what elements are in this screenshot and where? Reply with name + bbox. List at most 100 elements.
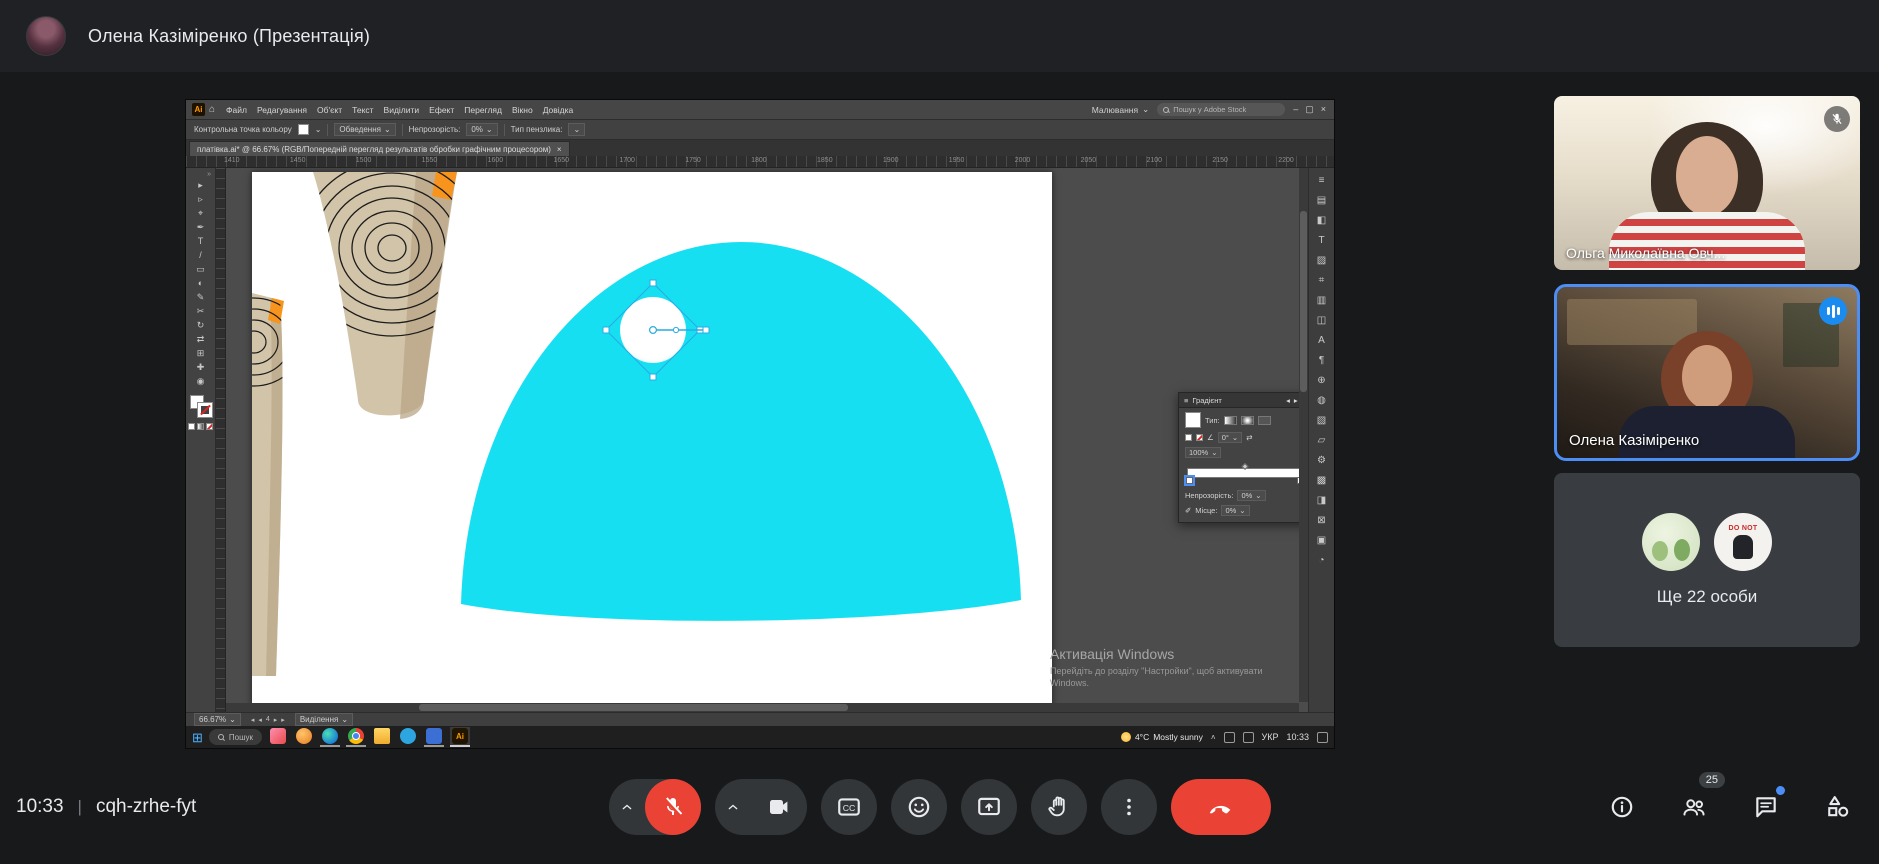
taskbar-app-explorer[interactable] (372, 727, 392, 747)
brush-type-dropdown[interactable]: ⌄ (568, 123, 585, 136)
gradient-stop-left[interactable] (1186, 477, 1193, 484)
gradient-slider[interactable] (1187, 468, 1303, 478)
taskbar-weather[interactable]: 4°C Mostly sunny (1121, 732, 1203, 742)
dock-panel-icon[interactable]: ≡ (1309, 170, 1334, 190)
dock-panel-icon[interactable]: A (1309, 330, 1334, 350)
reactions-button[interactable] (891, 779, 947, 835)
camera-toggle-button[interactable] (751, 779, 807, 835)
dock-panel-icon[interactable]: ◫ (1309, 310, 1334, 330)
reverse-gradient-icon[interactable]: ⇄ (1246, 433, 1252, 442)
gradient-mode-button[interactable] (197, 423, 204, 430)
tool-button[interactable]: ▸ (186, 178, 215, 192)
horizontal-scrollbar[interactable] (226, 703, 1299, 712)
fill-color-swatch[interactable] (298, 124, 309, 135)
home-icon[interactable]: ⌂ (209, 104, 215, 115)
keyboard-language[interactable]: УКР (1262, 732, 1279, 742)
meeting-details-button[interactable] (1599, 784, 1645, 830)
taskbar-app-orange[interactable] (294, 727, 314, 747)
dock-panel-icon[interactable]: ◧ (1309, 210, 1334, 230)
present-button[interactable] (961, 779, 1017, 835)
taskbar-search[interactable]: Пошук (209, 729, 262, 745)
chat-button[interactable] (1743, 784, 1789, 830)
ai-menu-item[interactable]: Виділити (379, 105, 425, 115)
more-participants-tile[interactable]: DO NOT Ще 22 особи (1554, 473, 1860, 647)
tray-chevron-icon[interactable]: ˄ (1211, 733, 1216, 742)
selection-handle[interactable] (650, 374, 656, 380)
more-options-button[interactable] (1101, 779, 1157, 835)
freeform-gradient-button[interactable] (1258, 416, 1271, 425)
next-artboard-icon[interactable]: ▸ (274, 716, 278, 724)
gradient-preview-swatch[interactable] (1185, 412, 1201, 428)
tab-close-icon[interactable]: × (557, 145, 562, 154)
tool-button[interactable]: ⊞ (186, 346, 215, 360)
none-mode-button[interactable] (206, 423, 213, 430)
first-artboard-icon[interactable]: ◂ (251, 716, 255, 724)
dock-panel-icon[interactable]: ▨ (1309, 250, 1334, 270)
ai-menu-item[interactable]: Файл (221, 105, 252, 115)
tool-button[interactable]: ◐ (186, 276, 215, 290)
captions-button[interactable]: CC (821, 779, 877, 835)
linear-gradient-button[interactable] (1224, 416, 1237, 425)
tool-button[interactable]: ◉ (186, 374, 215, 388)
panel-next-icon[interactable]: ▸ (1294, 396, 1298, 405)
tool-button[interactable]: ▭ (186, 262, 215, 276)
window-minimize-button[interactable]: – (1293, 104, 1298, 115)
vertical-scrollbar[interactable] (1299, 168, 1308, 702)
taskbar-clock[interactable]: 10:33 (1286, 732, 1309, 742)
status-tool-dropdown[interactable]: Виділення ⌄ (295, 713, 353, 726)
tool-button[interactable]: T (186, 234, 215, 248)
ai-menu-item[interactable]: Текст (347, 105, 378, 115)
gradient-fill-swatch[interactable] (1185, 434, 1192, 441)
dock-panel-icon[interactable]: ▩ (1309, 470, 1334, 490)
tool-button[interactable]: ✎ (186, 290, 215, 304)
cyan-dome-shape[interactable] (461, 242, 1021, 621)
dock-panel-icon[interactable]: ▥ (1309, 290, 1334, 310)
paper-cup-shape[interactable] (300, 172, 484, 419)
stroke-swatch[interactable] (198, 403, 212, 417)
opacity-value-dropdown[interactable]: 0% ⌄ (466, 123, 497, 136)
taskbar-app-blue[interactable] (424, 727, 444, 747)
gradient-midpoint-handle[interactable] (1241, 463, 1248, 470)
tool-button[interactable]: ▹ (186, 192, 215, 206)
ai-menu-item[interactable]: Довідка (538, 105, 579, 115)
prev-artboard-icon[interactable]: ◂ (258, 716, 262, 724)
toolbar-collapse-icon[interactable]: » (207, 171, 215, 178)
dock-panel-icon[interactable]: ▤ (1309, 190, 1334, 210)
leave-call-button[interactable] (1171, 779, 1271, 835)
dock-panel-icon[interactable]: ▱ (1309, 430, 1334, 450)
window-maximize-button[interactable]: ▢ (1305, 104, 1314, 115)
panel-prev-icon[interactable]: ◂ (1286, 396, 1290, 405)
taskbar-app-photos[interactable] (268, 727, 288, 747)
tray-icon-1[interactable] (1224, 732, 1235, 743)
mic-mute-button[interactable] (645, 779, 701, 835)
angle-dropdown[interactable]: 0° ⌄ (1218, 432, 1242, 443)
zoom-dropdown[interactable]: 66.67% ⌄ (194, 713, 241, 726)
panel-menu-icon[interactable]: ≡ (1184, 396, 1188, 405)
dock-panel-icon[interactable]: ▧ (1309, 410, 1334, 430)
dock-panel-icon[interactable]: ◍ (1309, 390, 1334, 410)
ai-canvas[interactable]: Активація Windows Перейдіть до розділу "… (216, 168, 1308, 712)
mic-options-button[interactable] (609, 779, 645, 835)
dock-panel-icon[interactable]: ◔ (1309, 550, 1334, 570)
stop-opacity-dropdown[interactable]: 0% ⌄ (1237, 490, 1265, 501)
raise-hand-button[interactable] (1031, 779, 1087, 835)
gradient-end-handle[interactable] (703, 327, 709, 333)
activities-button[interactable] (1815, 784, 1861, 830)
taskbar-app-edge[interactable] (320, 727, 340, 747)
show-people-button[interactable]: 25 (1671, 784, 1717, 830)
radial-gradient-button[interactable] (1241, 416, 1254, 425)
window-close-button[interactable]: × (1321, 104, 1326, 115)
tool-button[interactable]: ↻ (186, 318, 215, 332)
ai-menu-item[interactable]: Вікно (507, 105, 538, 115)
dock-panel-icon[interactable]: ⌗ (1309, 270, 1334, 290)
stroke-dropdown[interactable]: Обведення ⌄ (334, 123, 395, 136)
taskbar-app-chrome[interactable] (346, 727, 366, 747)
location-dropdown[interactable]: 0% ⌄ (1221, 505, 1249, 516)
ai-menu-item[interactable]: Редагування (252, 105, 312, 115)
tool-button[interactable]: ⌖ (186, 206, 215, 220)
ai-menu-item[interactable]: Об'єкт (312, 105, 347, 115)
document-tab[interactable]: платівка.ai* @ 66.67% (RGB/Попередній пе… (189, 141, 570, 156)
selection-handle[interactable] (650, 280, 656, 286)
chevron-down-icon[interactable]: ⌄ (315, 125, 322, 134)
start-button[interactable]: ⊞ (192, 731, 203, 744)
